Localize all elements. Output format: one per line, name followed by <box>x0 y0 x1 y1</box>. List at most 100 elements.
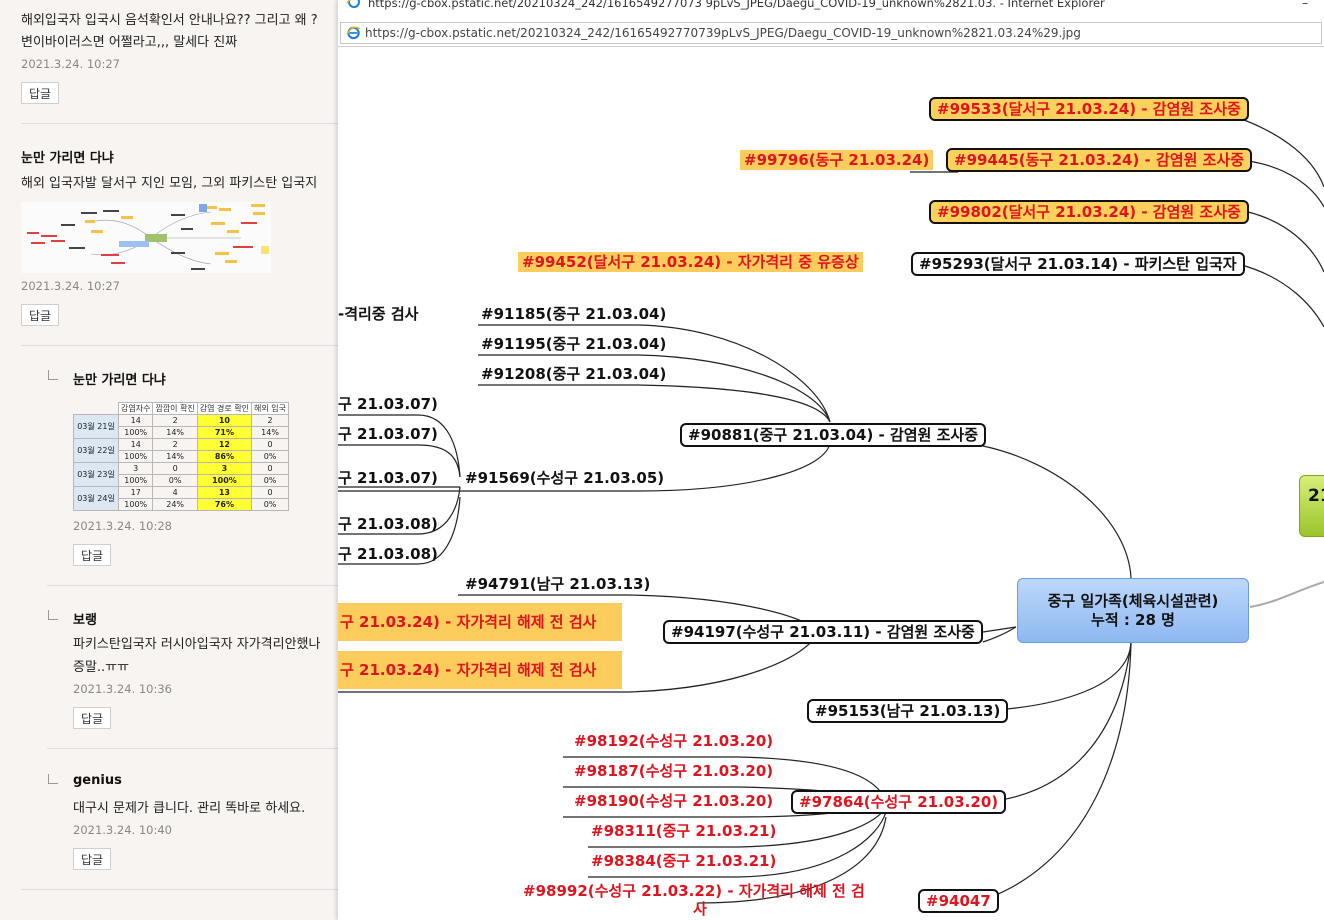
table-cell: 14 <box>117 438 154 451</box>
table-cell: 2 <box>251 414 290 427</box>
table-cell: 2 <box>152 414 198 427</box>
cut-off-node: 구 21.03.07) <box>338 469 438 487</box>
table-header: 감염 경로 확인 <box>196 402 253 415</box>
table-cell: 100% <box>117 450 154 463</box>
table-cell: 3 <box>117 462 154 475</box>
reply-arrow-icon <box>48 370 58 380</box>
table-cell: 10 <box>196 414 253 427</box>
case-node-91185: #91185(중구 21.03.04) <box>481 305 667 323</box>
comment-list: 해외입국자 입국시 음석확인서 안내나요?? 그리고 왜 ? 변이바이러스면 어… <box>0 0 338 920</box>
table-cell: 0 <box>251 486 290 499</box>
reply-button[interactable]: 답글 <box>73 707 111 729</box>
case-node-98384: #98384(중구 21.03.21) <box>591 852 777 870</box>
stats-table-image[interactable]: 감염자수 깜깜이 확진 감염 경로 확인 해외 입국 03월 21일 14 2 … <box>73 402 290 511</box>
mindmap-thumbnail-image <box>21 202 271 273</box>
table-cell: 100% <box>196 474 253 487</box>
ie-icon <box>346 0 361 8</box>
reply-button[interactable]: 답글 <box>21 82 59 104</box>
case-node-98992: #98992(수성구 21.03.22) - 자가격리 해제 전 검 <box>523 882 865 900</box>
case-node-98187: #98187(수성구 21.03.20) <box>574 762 774 780</box>
table-cell: 100% <box>117 474 154 487</box>
green-node: 21 <box>1299 475 1324 537</box>
comment-author[interactable]: 눈만 가리면 다냐 <box>21 147 114 166</box>
comment-date: 2021.3.24. 10:40 <box>73 823 172 837</box>
table-cell: 3 <box>196 462 253 475</box>
minimize-button[interactable]: – <box>1302 0 1308 9</box>
comment-date: 2021.3.24. 10:36 <box>73 682 172 696</box>
case-node-99796: #99796(동구 21.03.24) <box>740 150 934 170</box>
divider <box>47 585 338 586</box>
divider <box>21 889 338 890</box>
table-cell: 76% <box>196 498 253 511</box>
case-node-94047: #94047 <box>918 889 999 913</box>
table-cell: 0% <box>251 450 290 463</box>
cut-off-node: 구 21.03.07) <box>338 395 438 413</box>
case-node-97864: #97864(수성구 21.03.20) <box>791 790 1007 814</box>
case-node-99533: #99533(달서구 21.03.24) - 감염원 조사중 <box>929 97 1249 121</box>
table-cell: 71% <box>196 426 253 439</box>
ie-page-icon <box>346 26 361 40</box>
comment-author[interactable]: genius <box>73 773 122 788</box>
case-node-95293: #95293(달서구 21.03.14) - 파키스탄 입국자 <box>911 252 1245 276</box>
case-node-98190: #98190(수성구 21.03.20) <box>574 792 774 810</box>
table-cell: 0% <box>251 498 290 511</box>
comment-text: 변이바이러스면 어쩔라고,,, 말세다 진짜 <box>21 35 238 50</box>
table-cell: 17 <box>117 486 154 499</box>
center-node-count: 누적 : 28 명 <box>1091 611 1175 629</box>
reply-arrow-icon <box>48 774 58 784</box>
table-cell: 24% <box>152 498 198 511</box>
address-bar: https://g-cbox.pstatic.net/20210324_242/… <box>338 20 1324 47</box>
url-text: https://g-cbox.pstatic.net/20210324_242/… <box>365 26 1081 40</box>
table-cell: 14% <box>152 426 198 439</box>
case-node-98192: #98192(수성구 21.03.20) <box>574 732 774 750</box>
comment-text: 증말..ㅠㅠ <box>73 660 130 675</box>
table-cell: 14 <box>117 414 154 427</box>
case-node-99452: #99452(달서구 21.03.24) - 자가격리 중 유증상 <box>518 252 863 272</box>
table-cell: 100% <box>117 498 154 511</box>
table-cell: 0 <box>251 438 290 451</box>
window-title-bar: https://g-cbox.pstatic.net/20210324_242/… <box>338 0 1324 13</box>
table-cell: 0 <box>152 462 198 475</box>
reply-button[interactable]: 답글 <box>21 304 59 326</box>
comment-date: 2021.3.24. 10:28 <box>73 519 172 533</box>
center-node: 중구 일가족(체육시설관련) 누적 : 28 명 <box>1017 578 1249 643</box>
divider <box>21 123 338 124</box>
table-cell: 12 <box>196 438 253 451</box>
table-cell: 14% <box>152 450 198 463</box>
table-cell: 0 <box>251 462 290 475</box>
table-cell: 13 <box>196 486 253 499</box>
comment-author[interactable]: 눈만 가리면 다냐 <box>73 369 166 388</box>
comment-text: 해외입국자 입국시 음석확인서 안내나요?? 그리고 왜 ? <box>21 13 318 28</box>
table-header: 해외 입국 <box>251 402 290 415</box>
case-node-99445: #99445(동구 21.03.24) - 감염원 조사중 <box>946 148 1252 172</box>
table-cell: 2 <box>152 438 198 451</box>
divider <box>47 748 338 749</box>
table-date-cell: 03월 24일 <box>73 486 119 511</box>
comment-text: 대구시 문제가 큽니다. 관리 똑바로 하세요. <box>73 801 306 816</box>
cut-off-node: 구 21.03.08) <box>338 545 438 563</box>
reply-button[interactable]: 답글 <box>73 544 111 566</box>
table-header: 감염자수 <box>117 402 154 415</box>
table-cell: 0% <box>251 474 290 487</box>
comment-text: 파키스탄입국자 러시아입국자 자가격리안했나 <box>73 637 321 652</box>
case-node-94791: #94791(남구 21.03.13) <box>465 575 651 593</box>
comment-date: 2021.3.24. 10:27 <box>21 57 120 71</box>
comment-attached-image[interactable] <box>21 202 271 273</box>
case-node-91195: #91195(중구 21.03.04) <box>481 335 667 353</box>
table-date-cell: 03월 22일 <box>73 438 119 463</box>
case-node-95153: #95153(남구 21.03.13) <box>807 699 1009 723</box>
table-date-cell: 03월 21일 <box>73 414 119 439</box>
case-node-99802: #99802(달서구 21.03.24) - 감염원 조사중 <box>929 200 1249 224</box>
table-cell: 0% <box>152 474 198 487</box>
comment-text: 해외 입국자발 달서구 지인 모임, 그외 파키스탄 입국지 <box>21 176 318 191</box>
cut-off-node: 구 21.03.07) <box>338 425 438 443</box>
window-title: https://g-cbox.pstatic.net/20210324_242/… <box>368 0 1105 10</box>
case-node-91569: #91569(수성구 21.03.05) <box>465 469 665 487</box>
cut-off-node: -격리중 검사 <box>338 305 419 323</box>
comment-author[interactable]: 보랭 <box>73 609 97 628</box>
url-field[interactable]: https://g-cbox.pstatic.net/20210324_242/… <box>340 22 1322 44</box>
case-node-98311: #98311(중구 21.03.21) <box>591 822 777 840</box>
table-cell: 100% <box>117 426 154 439</box>
reply-arrow-icon <box>48 610 58 620</box>
reply-button[interactable]: 답글 <box>73 848 111 870</box>
